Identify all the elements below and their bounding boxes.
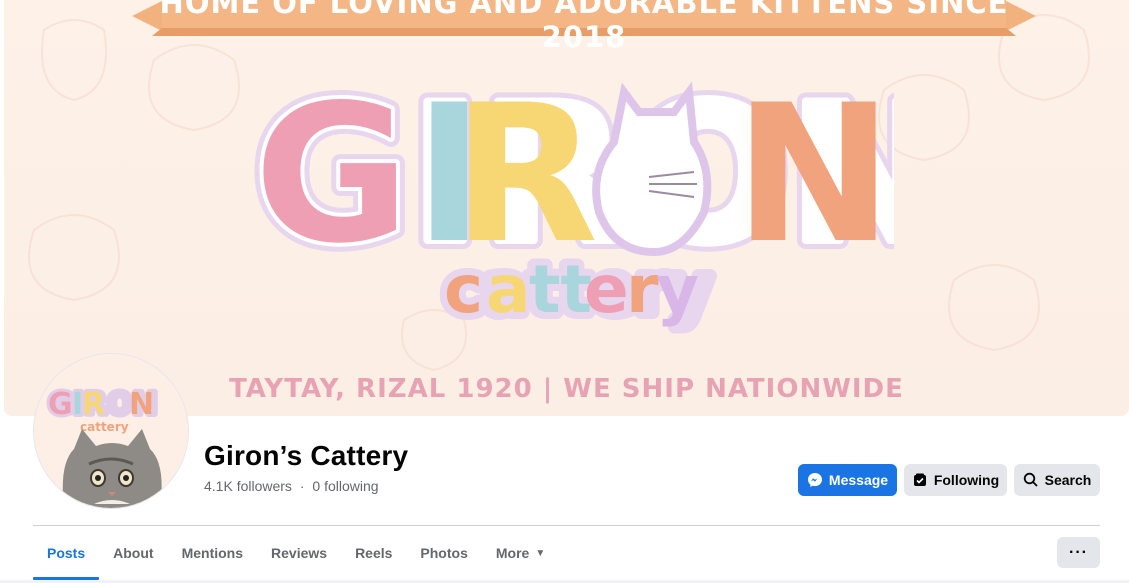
tab-photos-label: Photos — [420, 545, 468, 561]
svg-text:cattery: cattery — [80, 420, 129, 434]
message-button[interactable]: Message — [798, 464, 897, 496]
svg-text:G: G — [254, 64, 410, 285]
tab-about[interactable]: About — [99, 526, 167, 580]
page-stats: 4.1K followers · 0 following — [204, 478, 379, 494]
tab-reels-label: Reels — [355, 545, 393, 561]
search-icon — [1023, 472, 1039, 488]
tab-reviews[interactable]: Reviews — [257, 526, 341, 580]
tab-mentions-label: Mentions — [181, 545, 244, 561]
svg-text:N: N — [734, 64, 893, 285]
search-button-label: Search — [1044, 472, 1092, 488]
page-title: Giron’s Cattery — [204, 440, 409, 471]
ellipsis-icon: ··· — [1069, 543, 1088, 561]
tab-reviews-label: Reviews — [271, 545, 328, 561]
following-button-label: Following — [933, 472, 1000, 488]
tab-photos[interactable]: Photos — [406, 526, 481, 580]
messenger-icon — [807, 472, 823, 488]
svg-text:a: a — [486, 251, 531, 328]
tab-posts-label: Posts — [47, 545, 86, 561]
svg-text:e: e — [584, 251, 629, 328]
svg-text:R: R — [82, 387, 105, 422]
search-button[interactable]: Search — [1014, 464, 1100, 496]
profile-tabs: Posts About Mentions Reviews Reels Photo… — [33, 526, 559, 580]
caret-down-icon: ▼ — [535, 547, 546, 559]
svg-text:tt: tt — [529, 251, 592, 328]
following-button[interactable]: Following — [904, 464, 1007, 496]
following-check-icon — [912, 472, 928, 488]
giron-cattery-logo: GIRON GIRON G I R N cattery c a tt e r y — [254, 62, 894, 335]
tab-reels[interactable]: Reels — [341, 526, 406, 580]
svg-text:N: N — [129, 387, 154, 422]
avatar-image: GIRON G I R N cattery — [34, 354, 188, 508]
tab-about-label: About — [113, 545, 154, 561]
svg-text:y: y — [656, 251, 699, 328]
svg-text:r: r — [626, 251, 659, 328]
followers-count[interactable]: 4.1K followers — [204, 478, 292, 494]
stats-separator: · — [299, 478, 305, 494]
tab-posts[interactable]: Posts — [33, 526, 100, 580]
svg-text:c: c — [444, 251, 483, 328]
more-options-button[interactable]: ··· — [1057, 537, 1100, 568]
cover-banner-text: HOME OF LOVING AND ADORABLE KITTENS SINC… — [159, 0, 1009, 54]
tab-more-label: More — [495, 545, 530, 561]
profile-avatar[interactable]: GIRON G I R N cattery — [34, 354, 188, 508]
tab-mentions[interactable]: Mentions — [168, 526, 257, 580]
message-button-label: Message — [828, 472, 889, 488]
tab-more[interactable]: More ▼ — [482, 526, 559, 580]
cover-photo[interactable]: HOME OF LOVING AND ADORABLE KITTENS SINC… — [4, 0, 1129, 416]
following-count[interactable]: 0 following — [312, 478, 378, 494]
svg-text:G: G — [48, 387, 73, 422]
